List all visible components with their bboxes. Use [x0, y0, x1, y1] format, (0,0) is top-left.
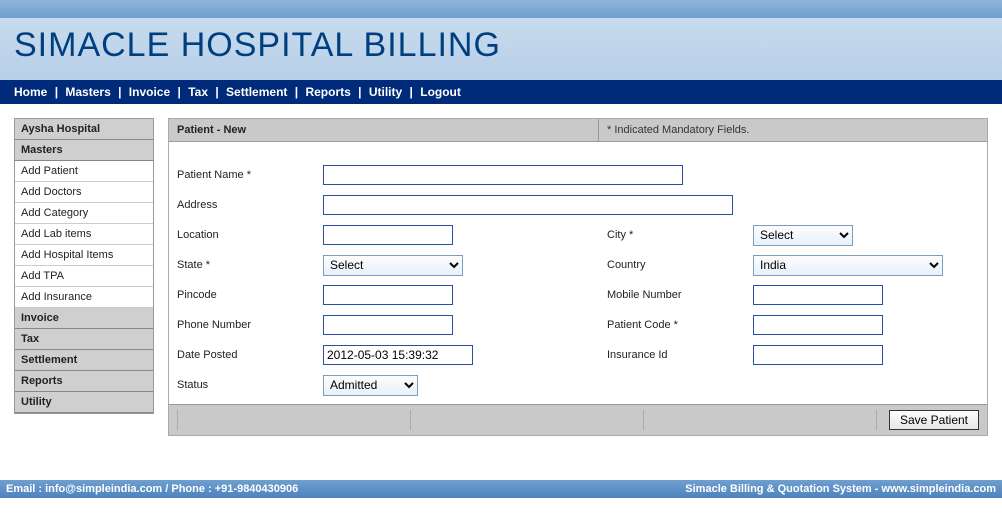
- input-location[interactable]: [323, 225, 453, 245]
- panel-hint: * Indicated Mandatory Fields.: [599, 119, 987, 141]
- header: SIMACLE HOSPITAL BILLING: [0, 18, 1002, 80]
- label-country: Country: [599, 255, 749, 275]
- label-pincode: Pincode: [169, 285, 319, 305]
- sidebar-item-add-category[interactable]: Add Category: [15, 203, 153, 224]
- footer-dividers: [177, 410, 877, 430]
- top-accent-bar: [0, 0, 1002, 18]
- nav-sep: |: [410, 85, 413, 99]
- nav-settlement[interactable]: Settlement: [226, 85, 287, 99]
- label-date-posted: Date Posted: [169, 345, 319, 365]
- sidebar-item-add-lab-items[interactable]: Add Lab items: [15, 224, 153, 245]
- input-insurance-id[interactable]: [753, 345, 883, 365]
- nav-masters[interactable]: Masters: [65, 85, 110, 99]
- nav-logout[interactable]: Logout: [420, 85, 461, 99]
- sidebar-item-add-patient[interactable]: Add Patient: [15, 161, 153, 182]
- sidebar-heading-tax[interactable]: Tax: [15, 329, 153, 350]
- panel-header: Patient - New * Indicated Mandatory Fiel…: [169, 119, 987, 142]
- label-insurance-id: Insurance Id: [599, 345, 749, 365]
- label-phone: Phone Number: [169, 315, 319, 335]
- input-address[interactable]: [323, 195, 733, 215]
- sidebar-heading-reports[interactable]: Reports: [15, 371, 153, 392]
- label-address: Address: [169, 195, 319, 215]
- sidebar-item-add-insurance[interactable]: Add Insurance: [15, 287, 153, 308]
- input-date-posted[interactable]: [323, 345, 473, 365]
- panel-title: Patient - New: [169, 119, 599, 141]
- label-city: City *: [599, 225, 749, 245]
- sidebar-heading-masters[interactable]: Masters: [15, 140, 153, 161]
- sidebar-item-add-hospital-items[interactable]: Add Hospital Items: [15, 245, 153, 266]
- input-mobile[interactable]: [753, 285, 883, 305]
- sidebar-heading-invoice[interactable]: Invoice: [15, 308, 153, 329]
- nav-sep: |: [358, 85, 361, 99]
- nav-reports[interactable]: Reports: [305, 85, 350, 99]
- select-status[interactable]: Admitted: [323, 375, 418, 396]
- nav-home[interactable]: Home: [14, 85, 47, 99]
- sidebar: Aysha Hospital Masters Add Patient Add D…: [14, 118, 154, 414]
- label-patient-name: Patient Name *: [169, 165, 319, 185]
- nav-invoice[interactable]: Invoice: [129, 85, 170, 99]
- save-patient-button[interactable]: Save Patient: [889, 410, 979, 430]
- select-state[interactable]: Select: [323, 255, 463, 276]
- label-mobile: Mobile Number: [599, 285, 749, 305]
- form-footer: Save Patient: [169, 404, 987, 435]
- sidebar-item-add-doctors[interactable]: Add Doctors: [15, 182, 153, 203]
- select-country[interactable]: India: [753, 255, 943, 276]
- select-city[interactable]: Select: [753, 225, 853, 246]
- nav-utility[interactable]: Utility: [369, 85, 402, 99]
- label-patient-code: Patient Code *: [599, 315, 749, 335]
- nav-sep: |: [118, 85, 121, 99]
- sidebar-heading-utility[interactable]: Utility: [15, 392, 153, 413]
- nav-sep: |: [55, 85, 58, 99]
- nav-tax[interactable]: Tax: [188, 85, 208, 99]
- label-location: Location: [169, 225, 319, 245]
- page-footer: Email : info@simpleindia.com / Phone : +…: [0, 480, 1002, 498]
- nav-sep: |: [178, 85, 181, 99]
- top-nav: Home | Masters | Invoice | Tax | Settlem…: [0, 80, 1002, 104]
- main-panel: Patient - New * Indicated Mandatory Fiel…: [168, 118, 988, 436]
- nav-sep: |: [295, 85, 298, 99]
- label-state: State *: [169, 255, 319, 275]
- page-title: SIMACLE HOSPITAL BILLING: [14, 26, 988, 65]
- input-patient-code[interactable]: [753, 315, 883, 335]
- sidebar-heading-settlement[interactable]: Settlement: [15, 350, 153, 371]
- sidebar-item-add-tpa[interactable]: Add TPA: [15, 266, 153, 287]
- panel-spacer: [169, 142, 987, 156]
- sidebar-heading-hospital: Aysha Hospital: [15, 119, 153, 140]
- footer-brand: Simacle Billing & Quotation System - www…: [685, 483, 996, 495]
- label-status: Status: [169, 375, 319, 395]
- input-patient-name[interactable]: [323, 165, 683, 185]
- nav-sep: |: [215, 85, 218, 99]
- input-pincode[interactable]: [323, 285, 453, 305]
- input-phone[interactable]: [323, 315, 453, 335]
- patient-form: Patient Name * Address Location City *: [169, 156, 987, 404]
- footer-contact: Email : info@simpleindia.com / Phone : +…: [6, 483, 298, 495]
